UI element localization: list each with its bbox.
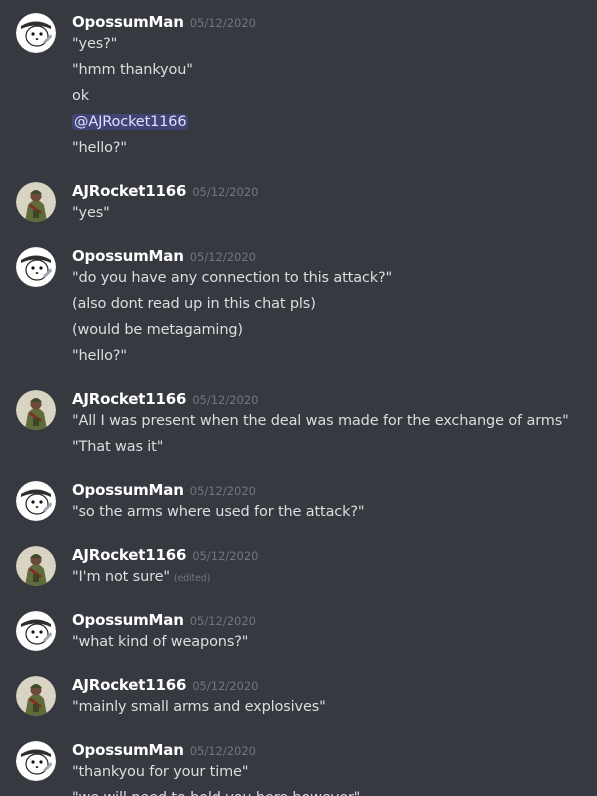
user-mention[interactable]: @AJRocket1166 <box>72 114 189 130</box>
message-content: (also dont read up in this chat pls) <box>72 296 316 312</box>
message-header: AJRocket1166 05/12/2020 <box>72 544 259 566</box>
timestamp: 05/12/2020 <box>189 250 256 264</box>
message-text: ok <box>72 85 89 107</box>
message-text: (also dont read up in this chat pls) <box>72 293 316 315</box>
message-header: AJRocket1166 05/12/2020 <box>72 674 259 696</box>
message-header: AJRocket1166 05/12/2020 <box>72 180 259 202</box>
timestamp: 05/12/2020 <box>192 393 259 407</box>
message-content: "so the arms where used for the attack?" <box>72 504 365 520</box>
message-content: ok <box>72 88 89 104</box>
message-content: "yes?" <box>72 36 118 52</box>
message-text: "we will need to hold you here however" <box>72 787 360 796</box>
username[interactable]: OpossumMan <box>72 741 184 759</box>
message-header: OpossumMan 05/12/2020 <box>72 609 256 631</box>
message-text: "what kind of weapons?" <box>72 631 248 653</box>
message-text: "All I was present when the deal was mad… <box>72 410 569 432</box>
message-header: OpossumMan 05/12/2020 <box>72 479 256 501</box>
username[interactable]: OpossumMan <box>72 247 184 265</box>
edited-label: (edited) <box>173 573 211 584</box>
timestamp: 05/12/2020 <box>192 185 259 199</box>
username[interactable]: AJRocket1166 <box>72 676 186 694</box>
message-text: "hello?" <box>72 345 127 367</box>
chat-messages: OpossumMan 05/12/2020 "yes?" "hmm thankyou"… <box>0 0 597 796</box>
message-content: "what kind of weapons?" <box>72 634 249 650</box>
message-content: "hmm thankyou" <box>72 62 193 78</box>
message-content: "mainly small arms and explosives" <box>72 699 326 715</box>
message-text: "yes?" <box>72 33 117 55</box>
username[interactable]: OpossumMan <box>72 481 184 499</box>
username[interactable]: OpossumMan <box>72 611 184 629</box>
message-text: (would be metagaming) <box>72 319 243 341</box>
timestamp: 05/12/2020 <box>189 614 256 628</box>
message-content: "That was it" <box>72 439 164 455</box>
message-text: "thankyou for your time" <box>72 761 248 783</box>
username[interactable]: OpossumMan <box>72 13 184 31</box>
message-content: "All I was present when the deal was mad… <box>72 413 569 429</box>
message-text: "I'm not sure" (edited) <box>72 566 210 588</box>
message-content: "thankyou for your time" <box>72 764 249 780</box>
opossum-avatar-icon[interactable] <box>16 13 56 53</box>
message-text: "hmm thankyou" <box>72 59 193 81</box>
message-text: "so the arms where used for the attack?" <box>72 501 365 523</box>
message-content: (would be metagaming) <box>72 322 243 338</box>
message-text: "mainly small arms and explosives" <box>72 696 326 718</box>
soldier-avatar-icon[interactable] <box>16 390 56 430</box>
timestamp: 05/12/2020 <box>189 484 256 498</box>
soldier-avatar-icon[interactable] <box>16 546 56 586</box>
message-text: "That was it" <box>72 436 163 458</box>
timestamp: 05/12/2020 <box>192 549 259 563</box>
message-text: "yes" <box>72 202 110 224</box>
message-content: "yes" <box>72 205 110 221</box>
opossum-avatar-icon[interactable] <box>16 247 56 287</box>
username[interactable]: AJRocket1166 <box>72 390 186 408</box>
message-content: "do you have any connection to this atta… <box>72 270 393 286</box>
message-header: OpossumMan 05/12/2020 <box>72 245 256 267</box>
soldier-avatar-icon[interactable] <box>16 182 56 222</box>
message-header: OpossumMan 05/12/2020 <box>72 739 256 761</box>
message-content: "we will need to hold you here however" <box>72 790 360 796</box>
timestamp: 05/12/2020 <box>189 744 256 758</box>
message-header: AJRocket1166 05/12/2020 <box>72 388 259 410</box>
message-content: "hello?" <box>72 140 127 156</box>
username[interactable]: AJRocket1166 <box>72 546 186 564</box>
message-content: "hello?" <box>72 348 127 364</box>
username[interactable]: AJRocket1166 <box>72 182 186 200</box>
timestamp: 05/12/2020 <box>192 679 259 693</box>
message-content: "I'm not sure" <box>72 569 170 585</box>
message-text: @AJRocket1166 <box>72 111 189 133</box>
message-text: "hello?" <box>72 137 127 159</box>
timestamp: 05/12/2020 <box>189 16 256 30</box>
opossum-avatar-icon[interactable] <box>16 481 56 521</box>
opossum-avatar-icon[interactable] <box>16 741 56 781</box>
message-text: "do you have any connection to this atta… <box>72 267 392 289</box>
opossum-avatar-icon[interactable] <box>16 611 56 651</box>
message-header: OpossumMan 05/12/2020 <box>72 11 256 33</box>
soldier-avatar-icon[interactable] <box>16 676 56 716</box>
